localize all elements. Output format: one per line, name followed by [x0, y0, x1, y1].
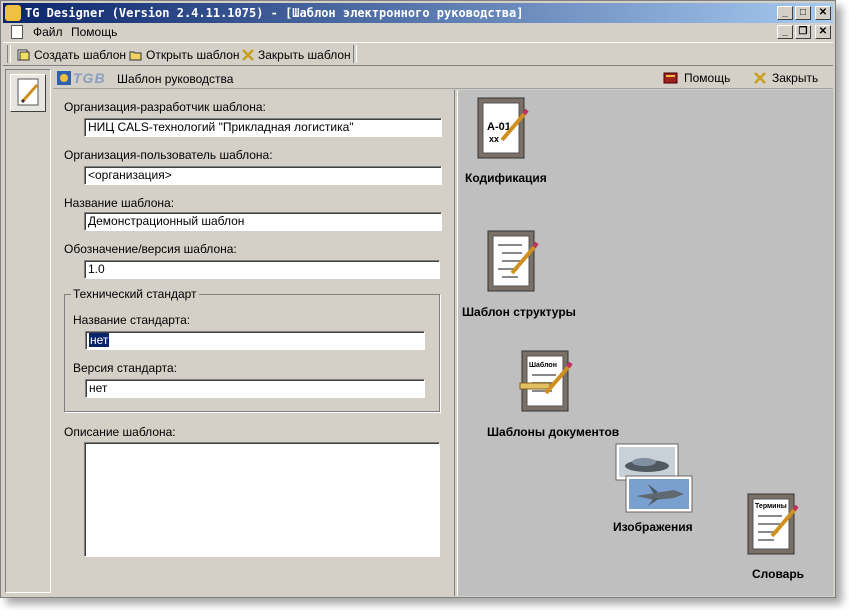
template-version-field[interactable]: 1.0: [84, 260, 440, 279]
menu-file[interactable]: Файл: [33, 25, 63, 39]
standard-name-selected-text: нет: [89, 333, 110, 347]
codification-icon: А-01 хх: [477, 97, 529, 159]
tgb-logo-text: TGB: [73, 70, 106, 86]
toolbar-grip: [7, 45, 11, 63]
edit-document-icon: [17, 78, 39, 106]
template-form: Организация-разработчик шаблона: НИЦ CAL…: [54, 90, 455, 596]
child-minimize-button[interactable]: _: [777, 25, 793, 39]
standard-name-field[interactable]: нет: [85, 331, 425, 350]
create-template-label: Создать шаблон: [34, 48, 127, 62]
structure-template-icon: [487, 230, 539, 292]
new-document-icon: [17, 49, 30, 61]
toolbar: Создать шаблон Открыть шаблон Закрыть ша…: [3, 42, 833, 66]
document-templates-label: Шаблоны документов: [487, 425, 620, 439]
window-title: TG Designer (Version 2.4.11.1075) - [Шаб…: [25, 6, 524, 20]
app-window: TG Designer (Version 2.4.11.1075) - [Шаб…: [0, 0, 836, 598]
header-help-label: Помощь: [684, 71, 731, 85]
navigation-icon-panel: А-01 хх Кодификация Шаблон структуры Шаб…: [457, 90, 833, 596]
child-close-button[interactable]: ✕: [815, 25, 831, 39]
sidebar: [5, 69, 51, 593]
child-restore-button[interactable]: ❐: [795, 25, 811, 39]
dictionary-glyph-text: Термины: [755, 503, 787, 510]
close-template-button[interactable]: Закрыть шаблон: [241, 47, 351, 63]
dictionary-label: Словарь: [752, 567, 805, 581]
user-org-field[interactable]: <организация>: [84, 166, 442, 185]
developer-field[interactable]: НИЦ CALS-технологий "Прикладная логистик…: [84, 118, 442, 137]
sidebar-template-button[interactable]: [10, 74, 46, 112]
structure-template-label: Шаблон структуры: [462, 305, 576, 319]
close-x-icon: [242, 49, 254, 61]
codification-label: Кодификация: [465, 171, 547, 185]
title-bar: TG Designer (Version 2.4.11.1075) - [Шаб…: [3, 3, 833, 23]
app-logo-icon: [5, 5, 21, 21]
content-header: TGB Шаблон руководства Помощь Закрыть: [53, 69, 833, 89]
header-close-button[interactable]: Закрыть: [753, 71, 818, 85]
toolbar-separator: [353, 45, 357, 63]
open-template-label: Открыть шаблон: [146, 48, 240, 62]
description-textarea[interactable]: [84, 442, 440, 557]
close-window-button[interactable]: ✕: [815, 6, 831, 20]
header-help-button[interactable]: Помощь: [663, 71, 730, 85]
technical-standard-legend: Технический стандарт: [71, 287, 199, 301]
developer-label: Организация-разработчик шаблона:: [64, 100, 266, 114]
open-template-button[interactable]: Открыть шаблон: [129, 47, 240, 63]
template-name-label: Название шаблона:: [64, 196, 175, 210]
user-org-label: Организация-пользователь шаблона:: [64, 148, 273, 162]
images-icon: [615, 443, 693, 513]
dictionary-icon: Термины: [747, 493, 799, 555]
template-version-label: Обозначение/версия шаблона:: [64, 242, 237, 256]
header-close-label: Закрыть: [772, 71, 819, 85]
template-name-field[interactable]: Демонстрационный шаблон: [84, 212, 442, 231]
standard-version-field[interactable]: нет: [85, 379, 425, 398]
menu-bar: Файл Помощь _ ❐ ✕: [3, 23, 833, 41]
tgb-logo-icon: [57, 71, 71, 85]
create-template-button[interactable]: Создать шаблон: [17, 47, 126, 63]
codification-glyph-suffix: хх: [489, 134, 499, 144]
minimize-button[interactable]: _: [777, 6, 793, 20]
images-label: Изображения: [613, 520, 693, 534]
standard-name-label: Название стандарта:: [73, 313, 191, 327]
technical-standard-group: Технический стандарт Название стандарта:…: [64, 287, 440, 412]
standard-version-label: Версия стандарта:: [73, 361, 178, 375]
close-x-icon: [754, 72, 766, 84]
document-templates-icon: Шаблон: [519, 350, 573, 412]
header-title: Шаблон руководства: [117, 72, 234, 86]
description-label: Описание шаблона:: [64, 425, 176, 439]
document-templates-glyph-text: Шаблон: [529, 361, 557, 369]
open-folder-icon: [129, 51, 142, 61]
help-book-icon: [663, 72, 678, 84]
menu-help[interactable]: Помощь: [71, 25, 117, 39]
document-icon[interactable]: [11, 25, 23, 39]
maximize-button[interactable]: □: [795, 6, 811, 20]
close-template-label: Закрыть шаблон: [258, 48, 351, 62]
